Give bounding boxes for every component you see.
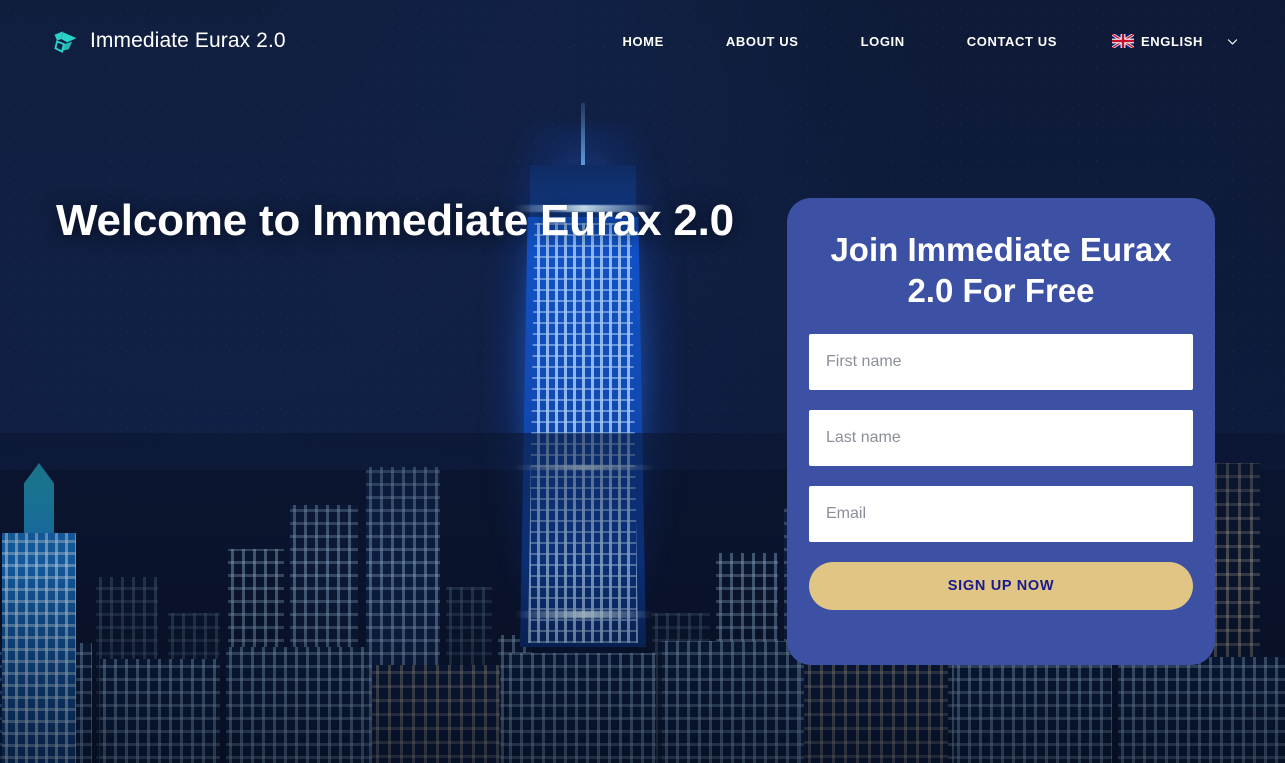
left-lit-tower — [2, 463, 76, 763]
sign-up-now-button[interactable]: SIGN UP NOW — [809, 561, 1193, 610]
brand-logo[interactable]: Immediate Eurax 2.0 — [52, 28, 286, 55]
uk-flag-icon — [1111, 32, 1135, 50]
nav-item-login[interactable]: LOGIN — [830, 26, 936, 57]
nav-item-about-us[interactable]: ABOUT US — [695, 26, 830, 57]
signup-card: Join Immediate Eurax 2.0 For Free SIGN U… — [787, 198, 1215, 665]
language-selector[interactable]: ENGLISH — [1088, 26, 1239, 57]
top-navigation-bar: Immediate Eurax 2.0 HOME ABOUT US LOGIN … — [0, 0, 1285, 82]
first-name-input[interactable] — [809, 333, 1193, 390]
brand-name: Immediate Eurax 2.0 — [90, 29, 286, 52]
nav-item-home[interactable]: HOME — [591, 26, 694, 57]
signup-card-title: Join Immediate Eurax 2.0 For Free — [830, 231, 1172, 309]
nav-item-contact-us[interactable]: CONTACT US — [936, 26, 1088, 57]
hero-title: Welcome to Immediate Eurax 2.0 — [56, 196, 734, 245]
arrow-logo-icon — [52, 28, 79, 55]
nav-links: HOME ABOUT US LOGIN CONTACT US ENGLISH — [591, 26, 1239, 57]
last-name-input[interactable] — [809, 409, 1193, 466]
language-label: ENGLISH — [1141, 33, 1203, 49]
chevron-down-icon[interactable] — [1226, 35, 1239, 48]
email-input[interactable] — [809, 485, 1193, 542]
